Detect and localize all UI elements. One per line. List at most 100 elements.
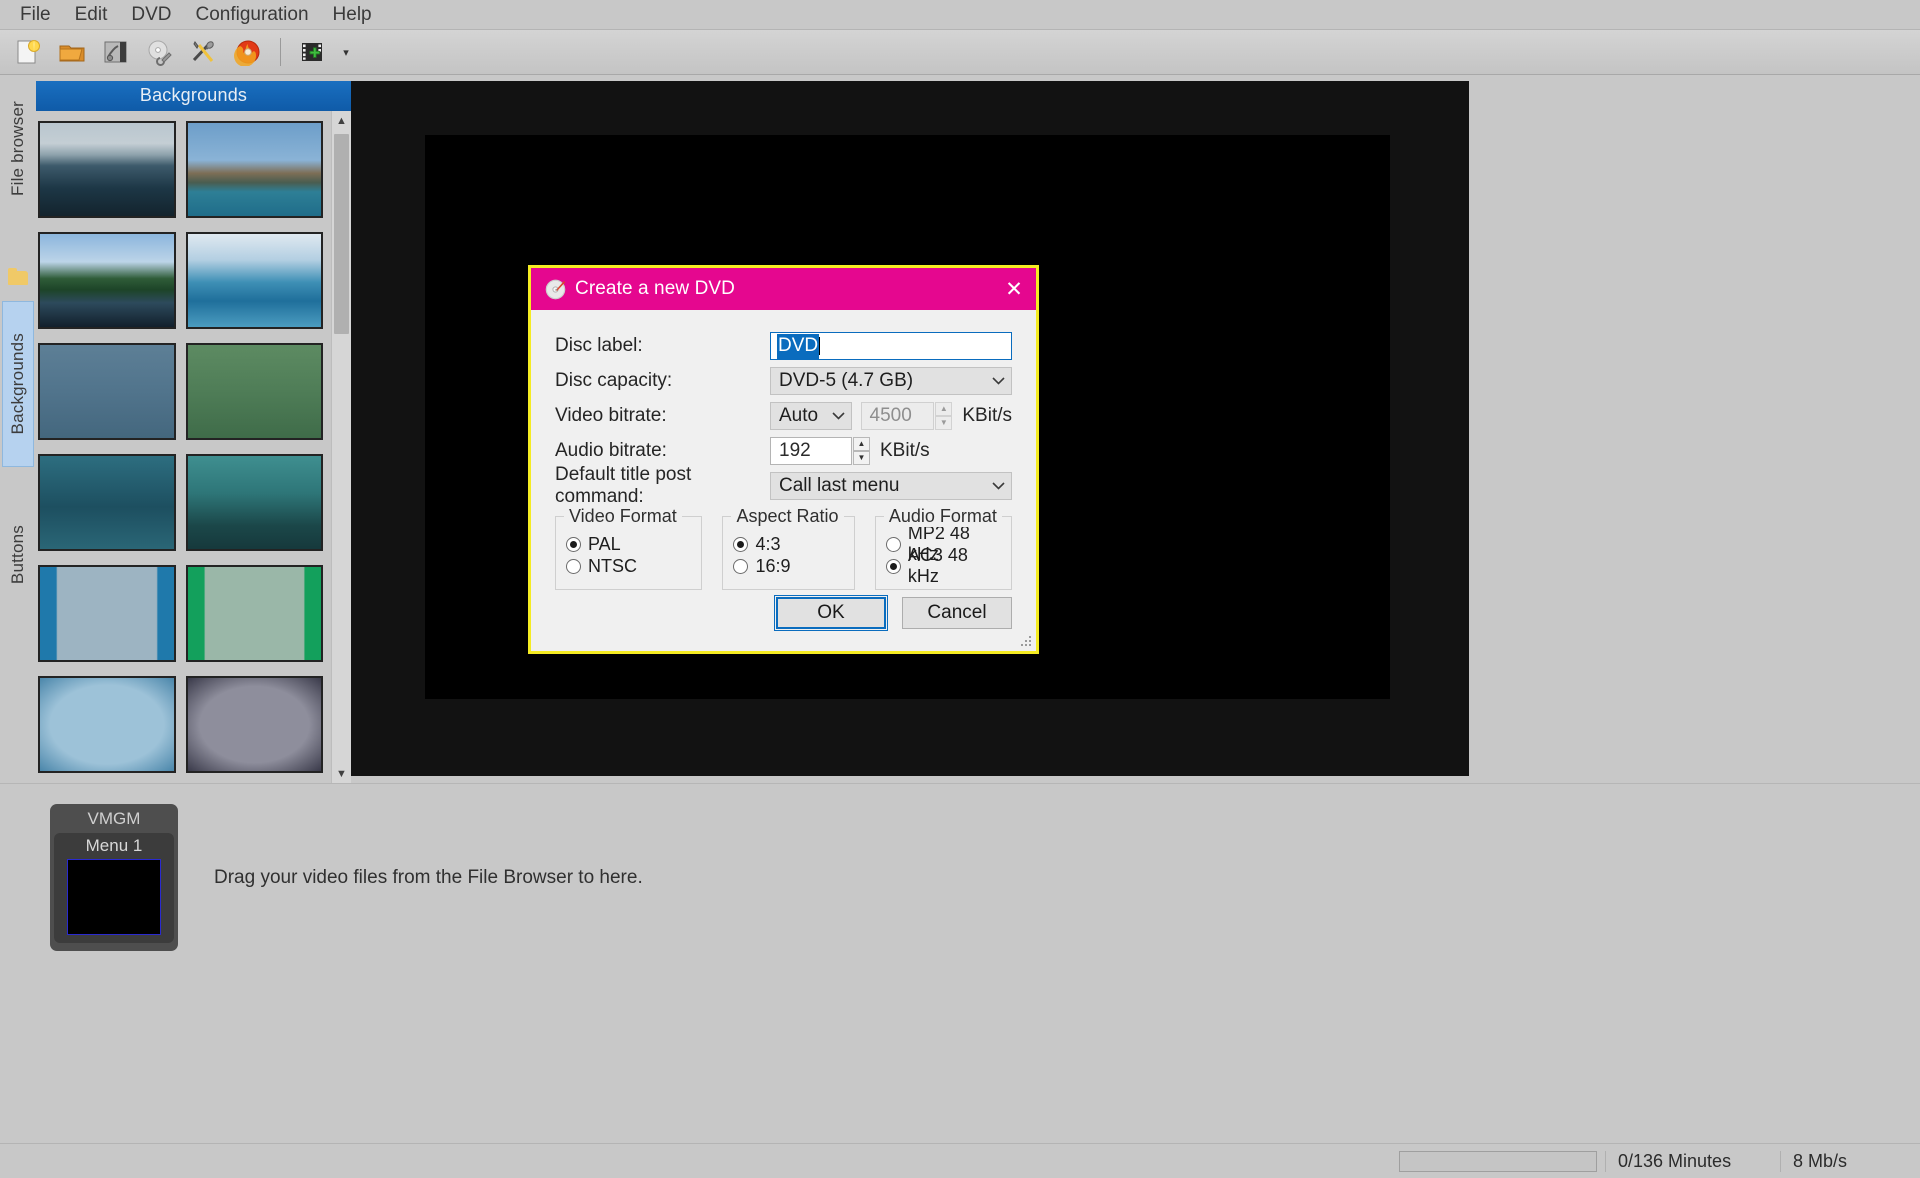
- disc-capacity-select[interactable]: DVD-5 (4.7 GB): [770, 367, 1012, 395]
- radio-aspect-4-3[interactable]: 4:3: [733, 533, 845, 555]
- background-thumb-green-bars[interactable]: [185, 565, 323, 662]
- backgrounds-panel: Backgrounds ▲ ▼: [36, 75, 351, 783]
- save-project-button[interactable]: [94, 32, 138, 72]
- scrollbar-track[interactable]: [332, 130, 351, 764]
- dialog-titlebar[interactable]: Create a new DVD ✕: [531, 268, 1036, 310]
- background-thumb-shipwreck[interactable]: [185, 121, 323, 218]
- post-command-label: Default title post command:: [555, 464, 692, 507]
- menu-help[interactable]: Help: [321, 1, 384, 29]
- sidebar-tab-backgrounds[interactable]: Backgrounds: [2, 301, 34, 467]
- chevron-down-icon: [984, 374, 1005, 388]
- cancel-button[interactable]: Cancel: [902, 597, 1012, 629]
- background-thumb-river-trees[interactable]: [38, 232, 176, 329]
- thumbnail-grid: [36, 111, 331, 783]
- audio-bitrate-input[interactable]: 192: [770, 437, 852, 465]
- background-thumb-sea-island[interactable]: [38, 121, 176, 218]
- audio-bitrate-stepper[interactable]: ▲ ▼: [853, 437, 870, 465]
- video-bitrate-stepper-down[interactable]: ▼: [935, 416, 953, 430]
- background-thumb-teal-stripes[interactable]: [38, 454, 176, 551]
- thumbnail-image: [187, 567, 321, 660]
- drop-hint-text: Drag your video files from the File Brow…: [214, 867, 643, 888]
- background-thumb-teal-clouds[interactable]: [185, 454, 323, 551]
- background-thumb-blue-bars[interactable]: [38, 565, 176, 662]
- sidebar-tab-buttons-label: Buttons: [8, 525, 27, 585]
- audio-bitrate-stepper-down[interactable]: ▼: [853, 451, 870, 465]
- disc-capacity-value: DVD-5 (4.7 GB): [779, 370, 914, 391]
- tools-button[interactable]: [182, 32, 226, 72]
- field-row-audio-bitrate: Audio bitrate: 192 ▲ ▼ KBit/s: [555, 437, 1012, 465]
- radio-ac3-label: AC3 48 kHz: [907, 545, 968, 586]
- menu-item-card[interactable]: Menu 1: [54, 833, 174, 943]
- status-bitrate: 8 Mb/s: [1780, 1150, 1920, 1172]
- radio-mp2-indicator: [885, 536, 901, 552]
- status-minutes: 0/136 Minutes: [1605, 1150, 1780, 1172]
- disc-settings-button[interactable]: [138, 32, 182, 72]
- field-row-post-command: Default title post command: Call last me…: [555, 464, 1012, 507]
- disc-wrench-icon: [148, 40, 172, 66]
- radio-aspect-16-9[interactable]: 16:9: [733, 555, 845, 577]
- video-bitrate-label: Video bitrate:: [555, 405, 667, 426]
- thumbnail-image: [40, 345, 174, 438]
- audio-bitrate-unit: KBit/s: [880, 440, 930, 461]
- sidebar-tab-file-browser[interactable]: File browser: [2, 81, 34, 216]
- background-thumb-gray-frame[interactable]: [185, 676, 323, 773]
- text-caret: [819, 337, 821, 355]
- radio-ac3[interactable]: AC3 48 kHz: [885, 545, 1003, 586]
- status-bar: 0/136 Minutes 8 Mb/s: [0, 1143, 1920, 1178]
- menu-item-thumbnail[interactable]: [67, 859, 161, 935]
- video-bitrate-mode-select[interactable]: Auto: [770, 402, 852, 430]
- thumbnail-image: [187, 345, 321, 438]
- open-project-button[interactable]: [50, 32, 94, 72]
- radio-pal[interactable]: PAL: [566, 533, 693, 555]
- scroll-down-arrow-icon[interactable]: ▼: [332, 764, 351, 783]
- menu-edit[interactable]: Edit: [63, 1, 120, 29]
- menu-dvd[interactable]: DVD: [119, 1, 183, 29]
- menu-file[interactable]: File: [8, 1, 63, 29]
- toolbar-dropdown-caret[interactable]: ▾: [335, 32, 357, 72]
- dialog-title: Create a new DVD: [575, 278, 736, 299]
- radio-ntsc-indicator: [566, 558, 581, 574]
- open-folder-icon: [59, 45, 85, 62]
- thumbnail-image: [40, 567, 174, 660]
- post-command-select[interactable]: Call last menu: [770, 472, 1012, 500]
- radio-aspect-16-9-indicator: [733, 558, 749, 574]
- group-aspect-ratio-legend: Aspect Ratio: [731, 506, 844, 527]
- video-bitrate-unit: KBit/s: [962, 405, 1012, 426]
- resize-grip[interactable]: [1020, 636, 1032, 648]
- tools-icon: [192, 41, 214, 62]
- radio-ac3-indicator: [885, 558, 901, 574]
- scrollbar-thumb[interactable]: [334, 134, 349, 334]
- background-thumb-moss-green[interactable]: [185, 343, 323, 440]
- sidebar-tab-file-browser-label: File browser: [8, 101, 27, 196]
- video-bitrate-stepper[interactable]: ▲ ▼: [935, 402, 953, 430]
- audio-bitrate-stepper-up[interactable]: ▲: [853, 437, 870, 451]
- save-disk-icon: [104, 41, 127, 63]
- new-project-button[interactable]: [6, 32, 50, 72]
- chevron-down-icon: [984, 479, 1005, 493]
- radio-ntsc-label: NTSC: [588, 555, 637, 576]
- thumbnail-scrollbar[interactable]: ▲ ▼: [331, 111, 351, 783]
- video-bitrate-stepper-up[interactable]: ▲: [935, 402, 953, 416]
- audio-bitrate-label: Audio bitrate:: [555, 440, 667, 461]
- toolbar: ▾: [0, 29, 1920, 75]
- scroll-up-arrow-icon[interactable]: ▲: [332, 111, 351, 130]
- field-row-video-bitrate: Video bitrate: Auto 4500 ▲ ▼ KBit/s: [555, 402, 1012, 430]
- burn-disc-button[interactable]: [226, 32, 270, 72]
- disc-label-input[interactable]: DVD: [770, 332, 1012, 360]
- capacity-progress-bar: [1399, 1150, 1597, 1172]
- video-bitrate-input[interactable]: 4500: [860, 402, 935, 430]
- sidebar-tab-buttons[interactable]: Buttons: [2, 507, 34, 603]
- ok-button[interactable]: OK: [774, 595, 888, 631]
- thumbnail-image: [187, 456, 321, 549]
- dvd-disc-icon: [545, 279, 566, 300]
- menu-configuration[interactable]: Configuration: [184, 1, 321, 29]
- radio-ntsc[interactable]: NTSC: [566, 555, 693, 577]
- vmgm-card[interactable]: VMGM Menu 1: [50, 804, 178, 951]
- background-thumb-blue-hills[interactable]: [185, 232, 323, 329]
- close-icon[interactable]: ✕: [992, 268, 1036, 310]
- create-new-dvd-dialog[interactable]: Create a new DVD ✕ Disc label: DVD Disc …: [528, 265, 1039, 654]
- add-video-button[interactable]: [291, 32, 335, 72]
- background-thumb-blue-frame[interactable]: [38, 676, 176, 773]
- background-thumb-steel-blue[interactable]: [38, 343, 176, 440]
- radio-aspect-4-3-indicator: [733, 536, 749, 552]
